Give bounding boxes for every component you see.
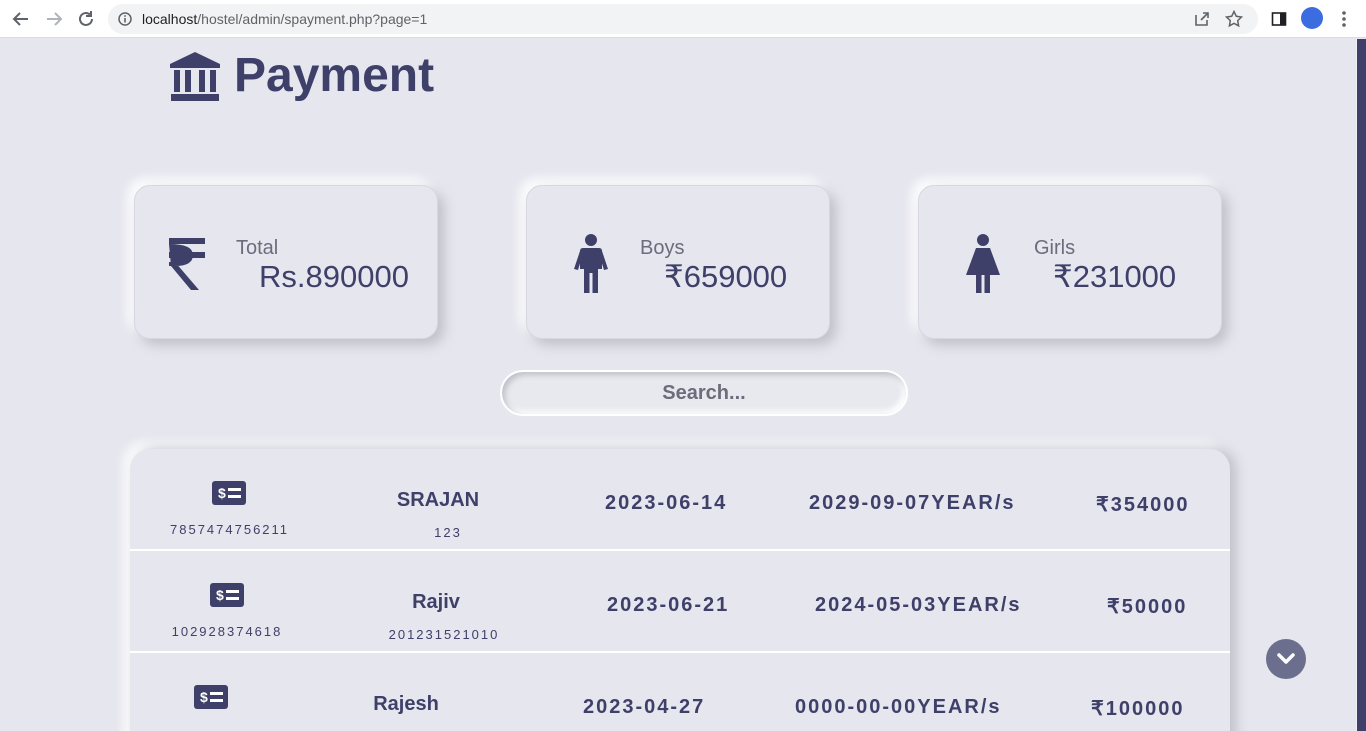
- payment-row[interactable]: $ 102928374618 Rajiv 201231521010 2023-0…: [130, 551, 1230, 653]
- money-check-icon: $: [194, 685, 228, 709]
- svg-text:$: $: [218, 485, 226, 501]
- stat-value-boys: ₹659000: [664, 259, 788, 294]
- browser-toolbar: localhost/hostel/admin/spayment.php?page…: [0, 0, 1366, 38]
- stat-label-total: Total: [236, 237, 279, 259]
- student-roll: 123: [434, 525, 462, 540]
- address-bar[interactable]: localhost/hostel/admin/spayment.php?page…: [108, 4, 1258, 34]
- male-child-icon: [571, 232, 611, 296]
- url-path: /hostel/admin/spayment.php?page=1: [197, 11, 428, 27]
- page-scrollbar-thumb[interactable]: [1357, 39, 1366, 731]
- money-check-icon: $: [210, 583, 244, 607]
- payment-amount: ₹50000: [1107, 596, 1188, 618]
- stat-label-girls: Girls: [1034, 237, 1076, 259]
- valid-until: 0000-00-00YEAR/s: [795, 696, 1002, 718]
- student-name: SRAJAN: [396, 489, 480, 511]
- svg-text:$: $: [200, 689, 208, 705]
- student-name: Rajesh: [373, 693, 439, 715]
- svg-text:$: $: [216, 587, 224, 603]
- payment-row[interactable]: $ 7857474756211 SRAJAN 123 2023-06-14 20…: [130, 449, 1230, 551]
- url-text: localhost/hostel/admin/spayment.php?page…: [142, 11, 427, 27]
- share-icon[interactable]: [1190, 7, 1214, 31]
- valid-until: 2024-05-03YEAR/s: [815, 594, 1022, 616]
- stat-label-boys: Boys: [640, 237, 685, 259]
- search-input[interactable]: [500, 370, 908, 416]
- reload-icon[interactable]: [74, 7, 98, 31]
- stat-card-girls: Girls ₹231000: [918, 185, 1222, 339]
- profile-avatar[interactable]: [1301, 7, 1323, 29]
- student-roll: 201231521010: [388, 627, 500, 642]
- forward-icon[interactable]: [42, 7, 66, 31]
- account-number: 102928374618: [171, 624, 283, 639]
- payment-row[interactable]: $ Rajesh 2023-04-27 0000-00-00YEAR/s ₹10…: [130, 653, 1230, 731]
- student-name: Rajiv: [412, 591, 460, 613]
- stat-value-total: Rs.890000: [259, 259, 409, 294]
- stat-card-total: Total Rs.890000: [134, 185, 438, 339]
- bookmark-star-icon[interactable]: [1222, 7, 1246, 31]
- paid-date: 2023-06-21: [607, 594, 730, 616]
- url-host: localhost: [142, 11, 198, 27]
- stat-value-girls: ₹231000: [1053, 259, 1177, 294]
- payment-amount: ₹100000: [1091, 698, 1185, 720]
- valid-until: 2029-09-07YEAR/s: [809, 492, 1016, 514]
- scroll-down-button[interactable]: [1266, 639, 1306, 679]
- paid-date: 2023-06-14: [605, 492, 728, 514]
- payment-amount: ₹354000: [1096, 494, 1190, 516]
- payments-list: $ 7857474756211 SRAJAN 123 2023-06-14 20…: [130, 449, 1230, 731]
- info-icon[interactable]: [118, 12, 132, 26]
- stat-card-boys: Boys ₹659000: [526, 185, 830, 339]
- chevron-down-icon: [1277, 653, 1295, 664]
- paid-date: 2023-04-27: [583, 696, 706, 718]
- side-panel-icon[interactable]: [1267, 7, 1291, 31]
- page-title: Payment: [234, 49, 435, 102]
- rupee-icon: [165, 232, 209, 296]
- bank-icon: [170, 51, 220, 101]
- back-icon[interactable]: [9, 7, 33, 31]
- page-header: Payment: [168, 48, 434, 103]
- account-number: 7857474756211: [170, 522, 290, 537]
- money-check-icon: $: [212, 481, 246, 505]
- female-child-icon: [963, 232, 1003, 296]
- menu-kebab-icon[interactable]: [1332, 7, 1356, 31]
